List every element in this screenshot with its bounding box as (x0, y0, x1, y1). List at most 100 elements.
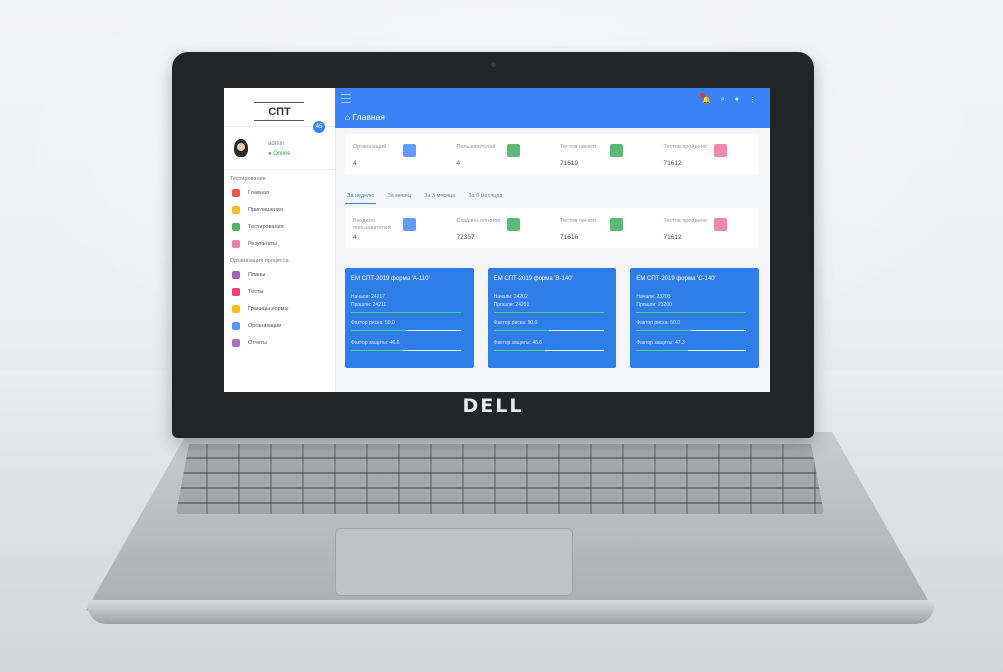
sidebar-item-org-1[interactable]: Тесты (224, 283, 335, 300)
stat-icon (403, 218, 416, 231)
stat-value: 71612 (663, 234, 682, 241)
page-title: ⌂ Главная (345, 112, 385, 122)
card-progress-bar (493, 330, 604, 331)
stat-card: Пользователей 4 (449, 134, 553, 174)
card-progress-fill (351, 330, 406, 331)
sidebar-item-label: Тесты (248, 288, 264, 295)
webcam-icon (491, 62, 496, 67)
sidebar-item-label: Главная (248, 189, 269, 196)
card-progress-fill (493, 350, 546, 351)
sidebar-item-label: Отчеты (248, 339, 268, 346)
sidebar-item-org-2[interactable]: Границы нормы (224, 300, 335, 317)
sidebar-item-testing-1[interactable]: Приглашения (224, 201, 335, 218)
card-started: Начали: 23200 (636, 294, 671, 300)
stat-value: 4 (456, 160, 461, 167)
touchpad (335, 528, 573, 596)
stat-value: 4 (353, 234, 357, 241)
card-progress-fill (636, 350, 689, 351)
sidebar: СПТ 45 admin ● Online Тестирование Главн… (224, 88, 336, 392)
card-progress-fill (351, 312, 461, 313)
card-progress-bar (493, 350, 604, 351)
main-content: Организаций 4 Пользователей 4 Тестов начато 7… (335, 128, 770, 392)
card-risk: Фактор риска: 50.0 (493, 320, 538, 326)
tests-icon (232, 287, 240, 296)
card-progress-fill (351, 350, 403, 351)
page-title-text: Главная (352, 112, 385, 122)
card-progress-fill (493, 312, 604, 313)
stats-period: Входило пользователей 4 Создано логинов 723… (345, 208, 759, 248)
card-progress-bar (351, 350, 461, 351)
sidebar-item-testing-3[interactable]: Результаты (224, 235, 335, 252)
user-status-text: Online (273, 151, 291, 157)
menu-icon[interactable] (341, 94, 351, 103)
card-title: ЕМ СПТ-2019 форма 'С-140' (636, 276, 716, 282)
tab-period-1[interactable]: За месяц (385, 190, 413, 204)
tab-period-3[interactable]: За 6 месяцев (466, 190, 504, 204)
sidebar-item-org-3[interactable]: Организации (224, 317, 335, 334)
logo-line-top (254, 102, 304, 103)
user-fab-button[interactable]: 45 (313, 121, 325, 133)
sidebar-item-label: Приглашения (248, 206, 283, 213)
stat-label: Входило пользователей (353, 218, 391, 231)
tab-period-2[interactable]: За 3 месяца (422, 190, 457, 204)
card-protect: Фактор защиты: 47.3 (636, 340, 685, 346)
stat-card: Тестов пройдено 71612 (656, 134, 760, 174)
stat-label: Создано логинов (456, 218, 501, 224)
reports-icon (232, 338, 240, 347)
stat-label: Тестов пройдено (663, 218, 707, 224)
card-progress-bar (493, 312, 604, 313)
laptop-lid: СПТ 45 admin ● Online Тестирование Главн… (172, 52, 814, 438)
more-icon[interactable]: ⋮ (749, 96, 756, 104)
user-name: admin (268, 141, 285, 147)
section-testing-heading: Тестирование (230, 176, 266, 182)
stat-icon (610, 218, 623, 231)
avatar[interactable] (234, 139, 248, 157)
stat-value: 4 (353, 160, 357, 167)
stat-card: Входило пользователей 4 (345, 208, 449, 248)
stat-label: Тестов начато (560, 218, 597, 224)
notification-icon[interactable]: 🔔 (700, 93, 711, 104)
stat-icon (713, 144, 727, 157)
stat-icon (713, 218, 727, 231)
period-tabs: За неделю За месяц За 3 месяца За 6 месяцев (345, 190, 759, 204)
form-card[interactable]: ЕМ СПТ-2019 форма 'С-140' Начали: 23200 Пр… (630, 268, 760, 368)
stat-icon (403, 144, 416, 157)
stat-value: 71612 (663, 160, 682, 167)
search-icon[interactable]: ⌕ (721, 96, 725, 104)
form-cards: ЕМ СПТ-2019 форма 'А-110' Начали: 24217 Пр… (345, 268, 760, 368)
org-icon (232, 321, 240, 330)
stats-summary: Организаций 4 Пользователей 4 Тестов начато 7… (345, 134, 759, 174)
notification-badge (700, 93, 706, 98)
stat-value: 71619 (560, 160, 579, 167)
user-status: ● Online (268, 151, 291, 157)
card-progress-bar (636, 330, 747, 331)
stat-value: 71616 (560, 234, 579, 241)
card-progress-fill (493, 330, 549, 331)
card-title: ЕМ СПТ-2019 форма 'А-110' (351, 276, 430, 282)
card-started: Начали: 24217 (351, 294, 386, 300)
stat-icon (610, 144, 623, 157)
form-card[interactable]: ЕМ СПТ-2019 форма 'В-140' Начали: 24202 Пр… (487, 268, 617, 368)
top-bar: ⌂ Главная 🔔 ⌕ ● ⋮ (335, 88, 770, 128)
card-title: ЕМ СПТ-2019 форма 'В-140' (493, 276, 573, 282)
tab-period-0[interactable]: За неделю (345, 190, 377, 204)
stat-icon (506, 218, 520, 231)
stat-card: Тестов пройдено 71612 (656, 208, 760, 248)
card-progress-bar (351, 330, 461, 331)
card-progress-fill (636, 312, 747, 313)
form-card[interactable]: ЕМ СПТ-2019 форма 'А-110' Начали: 24217 Пр… (345, 268, 474, 368)
sidebar-item-testing-2[interactable]: Тестирования (224, 218, 335, 235)
sidebar-item-label: Организации (248, 322, 282, 329)
stat-card: Тестов начато 71616 (552, 208, 656, 248)
sidebar-item-org-0[interactable]: Планы (224, 266, 335, 283)
home-icon (232, 188, 240, 197)
sidebar-item-org-4[interactable]: Отчеты (224, 334, 335, 351)
stat-value: 72357 (456, 234, 475, 241)
card-passed: Прошли: 24211 (351, 302, 387, 308)
sidebar-item-testing-0[interactable]: Главная (224, 184, 335, 201)
test-icon (232, 222, 240, 231)
user-menu-icon[interactable]: ● (735, 96, 739, 104)
card-progress-bar (351, 312, 461, 313)
card-progress-bar (636, 312, 747, 313)
logo-text: СПТ (268, 106, 291, 118)
